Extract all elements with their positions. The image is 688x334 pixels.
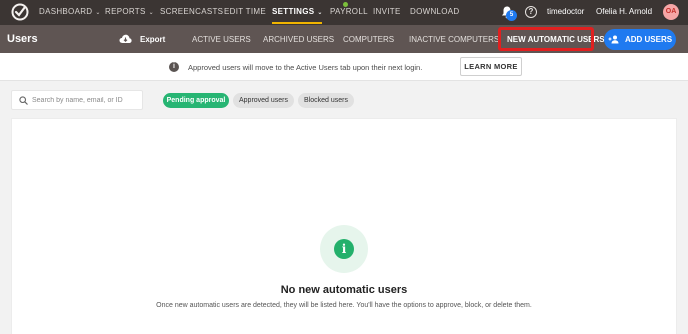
avatar[interactable]: OA xyxy=(663,4,679,20)
nav-payroll[interactable]: PAYROLL xyxy=(330,7,368,17)
nav-screencasts-label: SCREENCASTS xyxy=(160,7,224,16)
help-icon[interactable]: ? xyxy=(525,6,537,18)
tab-archived-users-label: ARCHIVED USERS xyxy=(263,35,335,44)
search-icon xyxy=(19,96,28,105)
add-users-label: ADD USERS xyxy=(624,35,673,44)
add-users-button[interactable]: ADD USERS xyxy=(604,29,676,50)
tab-computers[interactable]: COMPUTERS xyxy=(343,35,394,45)
nav-download-label: DOWNLOAD xyxy=(410,7,460,16)
user-name[interactable]: Ofelia H. Arnold xyxy=(596,7,652,17)
nav-settings[interactable]: SETTINGS ⌄ xyxy=(272,7,323,18)
nav-invite[interactable]: INVITE xyxy=(373,7,401,17)
tab-inactive-computers[interactable]: INACTIVE COMPUTERS xyxy=(409,35,499,45)
export-label: Export xyxy=(140,34,166,44)
page-title: Users xyxy=(7,33,38,45)
filter-pending-approval[interactable]: Pending approval xyxy=(163,93,229,108)
nav-payroll-label: PAYROLL xyxy=(330,7,368,16)
nav-download[interactable]: DOWNLOAD xyxy=(410,7,460,17)
export-button[interactable]: Export xyxy=(119,34,165,44)
empty-state-title: No new automatic users xyxy=(280,284,408,296)
nav-reports-label: REPORTS xyxy=(105,7,146,16)
nav-edit-time-label: EDIT TIME xyxy=(224,7,266,16)
nav-dashboard-label: DASHBOARD xyxy=(39,7,93,16)
banner-text: Approved users will move to the Active U… xyxy=(188,63,423,72)
company-name[interactable]: timedoctor xyxy=(547,7,584,17)
tab-active-users-label: ACTIVE USERS xyxy=(192,35,251,44)
notification-count-badge: 5 xyxy=(506,10,517,21)
tab-archived-users[interactable]: ARCHIVED USERS xyxy=(263,35,334,45)
nav-invite-label: INVITE xyxy=(373,7,401,16)
nav-settings-label: SETTINGS xyxy=(272,7,315,16)
add-user-icon xyxy=(608,35,619,44)
filter-blocked-users[interactable]: Blocked users xyxy=(298,93,354,108)
chevron-down-icon: ⌄ xyxy=(95,10,101,16)
info-icon: i xyxy=(169,62,179,72)
filter-approved-users[interactable]: Approved users xyxy=(233,93,294,108)
search-input[interactable] xyxy=(32,94,140,107)
nav-screencasts[interactable]: SCREENCASTS xyxy=(160,7,223,17)
learn-more-button[interactable]: LEARN MORE xyxy=(460,57,522,76)
chevron-down-icon: ⌄ xyxy=(317,10,323,16)
top-navigation-bar: DASHBOARD ⌄ REPORTS ⌄ SCREENCASTS EDIT TIM… xyxy=(0,0,688,25)
empty-state-description: Once new automatic users are detected, t… xyxy=(156,302,532,309)
nav-edit-time[interactable]: EDIT TIME xyxy=(224,7,266,17)
active-nav-indicator xyxy=(272,22,322,24)
nav-dashboard[interactable]: DASHBOARD ⌄ xyxy=(39,7,101,18)
users-subheader: Users Export ACTIVE USERS ARCHIVED USERS… xyxy=(0,25,688,53)
tab-inactive-computers-label: INACTIVE COMPUTERS xyxy=(409,35,500,44)
chevron-down-icon: ⌄ xyxy=(148,10,154,16)
cloud-download-icon xyxy=(119,34,132,43)
tab-active-users[interactable]: ACTIVE USERS xyxy=(192,35,251,45)
search-box[interactable] xyxy=(11,90,143,110)
info-circle-icon: i xyxy=(334,239,354,259)
tab-highlight-outline xyxy=(498,27,594,51)
timedoctor-logo-icon[interactable] xyxy=(11,3,29,21)
tab-computers-label: COMPUTERS xyxy=(343,35,395,44)
nav-reports[interactable]: REPORTS ⌄ xyxy=(105,7,154,18)
info-banner: i Approved users will move to the Active… xyxy=(0,53,688,81)
